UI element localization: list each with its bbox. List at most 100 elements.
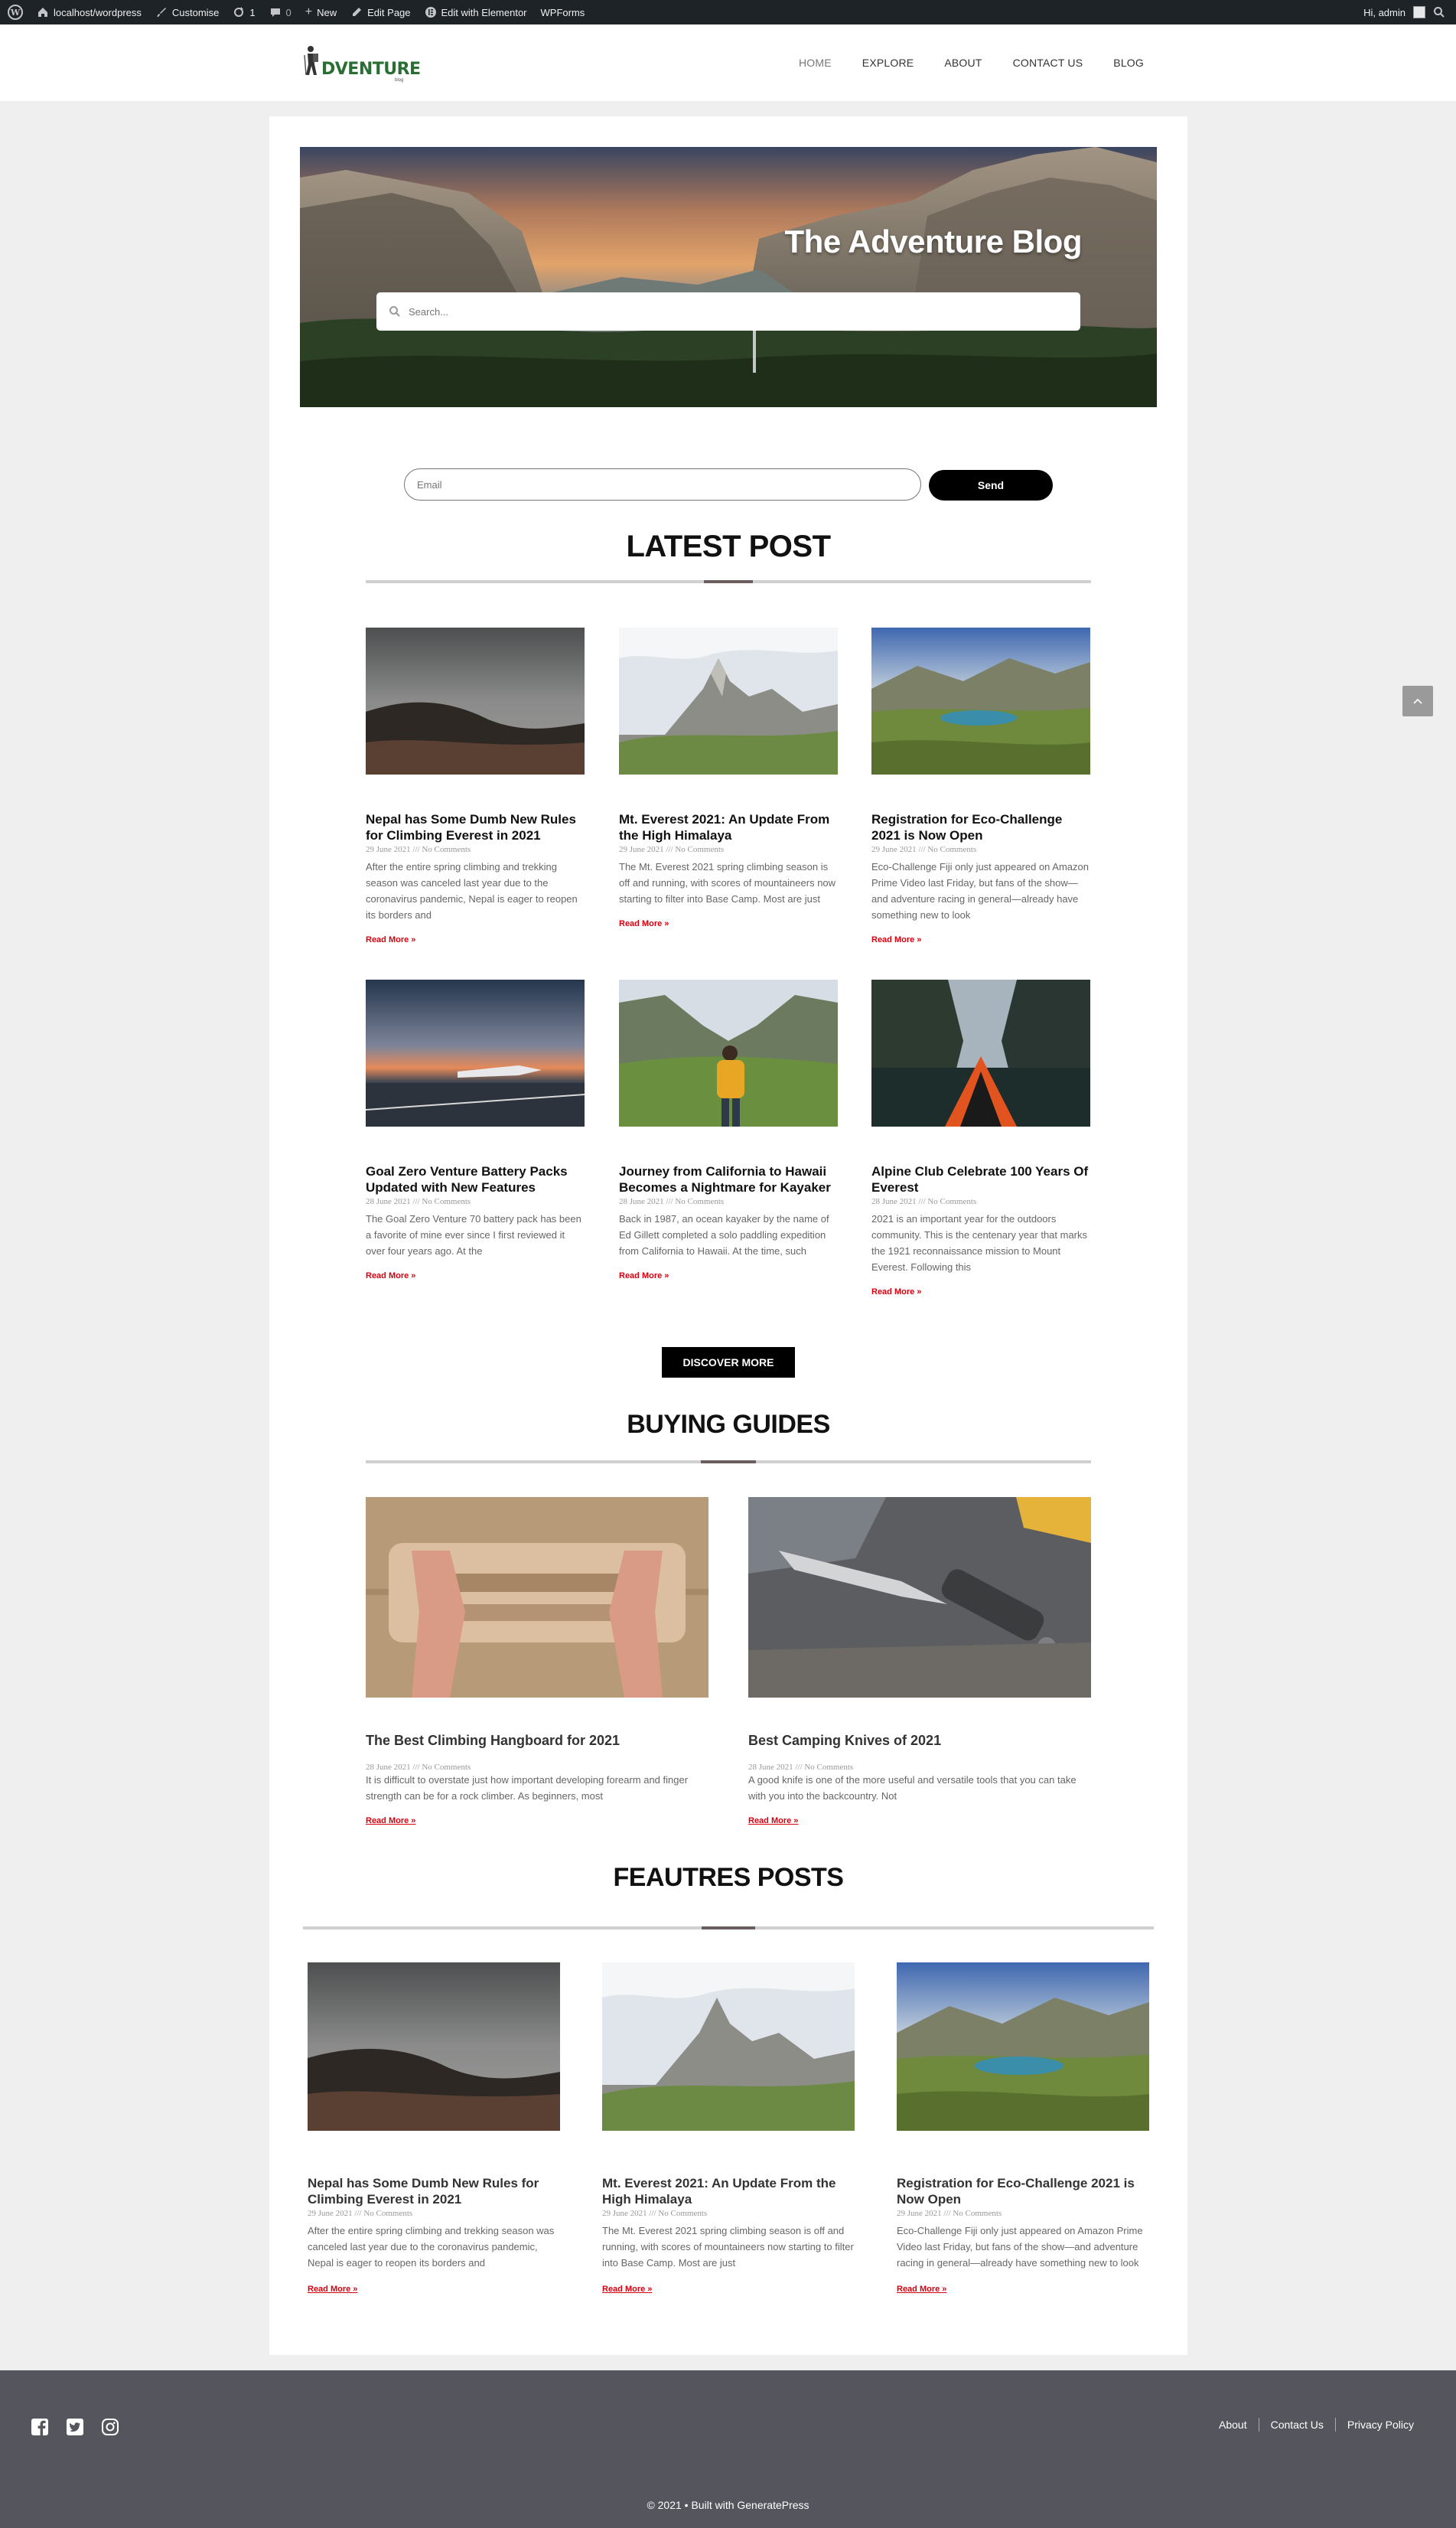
post-thumbnail[interactable] — [871, 628, 1090, 775]
email-field[interactable] — [404, 468, 921, 501]
read-more-link[interactable]: Read More » — [871, 1287, 921, 1297]
hero-search-input[interactable] — [409, 305, 1067, 318]
post-thumbnail[interactable] — [619, 980, 838, 1127]
featured-image — [897, 1962, 1149, 2131]
guide-card: Best Camping Knives of 2021 28 June 2021… — [748, 1497, 1091, 1827]
read-more-link[interactable]: Read More » — [366, 1271, 415, 1280]
featured-thumbnail[interactable] — [602, 1962, 855, 2131]
post-title[interactable]: Journey from California to Hawaii Become… — [619, 1163, 838, 1195]
chevron-up-icon — [1413, 698, 1422, 704]
plus-icon: + — [305, 5, 313, 18]
post-thumbnail[interactable] — [366, 628, 585, 775]
refresh-icon — [234, 7, 244, 17]
featured-title[interactable]: Registration for Eco-Challenge 2021 is N… — [897, 2175, 1149, 2207]
guide-meta: 28 June 2021 /// No Comments — [366, 1763, 471, 1772]
send-button[interactable]: Send — [929, 470, 1053, 501]
nav-contact-us[interactable]: CONTACT US — [1013, 57, 1083, 69]
hero-title: The Adventure Blog — [784, 223, 1083, 259]
search-icon[interactable] — [1433, 6, 1445, 18]
hero-search-box[interactable] — [376, 292, 1080, 331]
divider-accent — [701, 1460, 756, 1463]
admin-comments-link[interactable]: 0 — [269, 0, 292, 24]
post-thumbnail[interactable] — [366, 980, 585, 1127]
post-excerpt: The Mt. Everest 2021 spring climbing sea… — [619, 861, 836, 905]
admin-wpforms-link[interactable]: WPForms — [541, 0, 585, 24]
twitter-icon[interactable] — [66, 2418, 84, 2436]
site-logo[interactable]: DVENTURE blog — [303, 44, 421, 83]
admin-greeting[interactable]: Hi, admin — [1363, 7, 1406, 18]
facebook-icon[interactable] — [31, 2418, 49, 2436]
guide-thumbnail[interactable] — [748, 1497, 1091, 1698]
post-title[interactable]: Registration for Eco-Challenge 2021 is N… — [871, 811, 1090, 843]
guide-title[interactable]: Best Camping Knives of 2021 — [748, 1733, 1091, 1749]
admin-customise-link[interactable]: Customise — [155, 0, 219, 24]
read-more-link[interactable]: Read More » — [748, 1816, 798, 1825]
post-thumbnail[interactable] — [871, 980, 1090, 1127]
admin-elementor-link[interactable]: Edit with Elementor — [425, 0, 527, 24]
post-card: Nepal has Some Dumb New Rules for Climbi… — [366, 628, 585, 946]
read-more-link[interactable]: Read More » — [308, 2285, 357, 2294]
nav-explore[interactable]: EXPLORE — [862, 57, 914, 69]
featured-card: Registration for Eco-Challenge 2021 is N… — [897, 1962, 1149, 2295]
read-more-link[interactable]: Read More » — [602, 2285, 652, 2294]
footer-link-about[interactable]: About — [1207, 2418, 1259, 2432]
main-nav: HOME EXPLORE ABOUT CONTACT US BLOG — [768, 24, 1144, 101]
buying-guides-heading: BUYING GUIDES — [627, 1410, 830, 1439]
wp-admin-bar: W localhost/wordpress Customise 1 0 + Ne… — [0, 0, 1456, 24]
post-title[interactable]: Alpine Club Celebrate 100 Years Of Evere… — [871, 1163, 1090, 1195]
guide-image — [366, 1497, 708, 1698]
guide-thumbnail[interactable] — [366, 1497, 708, 1698]
main-content: The Adventure Blog Send LATEST POST Nepa… — [269, 116, 1187, 2355]
scroll-to-top-button[interactable] — [1402, 686, 1433, 716]
site-header: DVENTURE blog HOME EXPLORE ABOUT CONTACT… — [0, 24, 1456, 101]
guide-title[interactable]: The Best Climbing Hangboard for 2021 — [366, 1733, 708, 1749]
guides-divider — [366, 1460, 1091, 1463]
post-title[interactable]: Goal Zero Venture Battery Packs Updated … — [366, 1163, 585, 1195]
featured-title[interactable]: Mt. Everest 2021: An Update From the Hig… — [602, 2175, 855, 2207]
admin-elementor-label: Edit with Elementor — [441, 6, 527, 18]
pencil-icon — [353, 8, 362, 16]
divider-accent — [702, 1926, 755, 1929]
read-more-link[interactable]: Read More » — [619, 919, 669, 928]
admin-updates-link[interactable]: 1 — [233, 0, 256, 24]
post-meta: 29 June 2021 /// No Comments — [871, 845, 977, 854]
avatar[interactable] — [1413, 6, 1425, 18]
post-title[interactable]: Mt. Everest 2021: An Update From the Hig… — [619, 811, 838, 843]
footer-link-privacy-policy[interactable]: Privacy Policy — [1334, 2418, 1425, 2432]
search-icon — [389, 306, 400, 317]
newsletter-form: Send — [404, 468, 1054, 501]
divider-accent — [704, 580, 753, 583]
admin-site-label: localhost/wordpress — [54, 6, 142, 18]
post-title[interactable]: Nepal has Some Dumb New Rules for Climbi… — [366, 811, 585, 843]
featured-title[interactable]: Nepal has Some Dumb New Rules for Climbi… — [308, 2175, 560, 2207]
post-excerpt: The Goal Zero Venture 70 battery pack ha… — [366, 1213, 581, 1257]
read-more-link[interactable]: Read More » — [366, 1816, 415, 1825]
read-more-link[interactable]: Read More » — [897, 2285, 946, 2294]
featured-excerpt: The Mt. Everest 2021 spring climbing sea… — [602, 2225, 854, 2269]
post-card: Alpine Club Celebrate 100 Years Of Evere… — [871, 980, 1090, 1298]
wordpress-logo-icon[interactable]: W — [8, 5, 23, 20]
read-more-link[interactable]: Read More » — [619, 1271, 669, 1280]
instagram-icon[interactable] — [101, 2418, 119, 2436]
featured-thumbnail[interactable] — [897, 1962, 1149, 2131]
post-card: Mt. Everest 2021: An Update From the Hig… — [619, 628, 838, 930]
featured-thumbnail[interactable] — [308, 1962, 560, 2131]
read-more-link[interactable]: Read More » — [366, 935, 415, 944]
home-icon — [38, 8, 47, 17]
admin-new-link[interactable]: + New — [305, 0, 337, 24]
nav-home[interactable]: HOME — [799, 57, 832, 69]
discover-more-button[interactable]: DISCOVER MORE — [662, 1347, 795, 1378]
logo-wordmark: DVENTURE — [321, 60, 421, 79]
nav-about[interactable]: ABOUT — [944, 57, 982, 69]
admin-edit-page-link[interactable]: Edit Page — [350, 0, 411, 24]
post-thumbnail[interactable] — [619, 628, 838, 775]
admin-site-link[interactable]: localhost/wordpress — [37, 0, 142, 24]
hiker-logo-icon — [304, 46, 318, 76]
featured-card: Nepal has Some Dumb New Rules for Climbi… — [308, 1962, 560, 2295]
comment-icon — [270, 8, 280, 17]
footer-link-contact-us[interactable]: Contact Us — [1258, 2418, 1335, 2432]
read-more-link[interactable]: Read More » — [871, 935, 921, 944]
featured-meta: 29 June 2021 /// No Comments — [602, 2209, 708, 2218]
nav-blog[interactable]: BLOG — [1113, 57, 1144, 69]
hero-mountain-image — [300, 147, 1157, 407]
